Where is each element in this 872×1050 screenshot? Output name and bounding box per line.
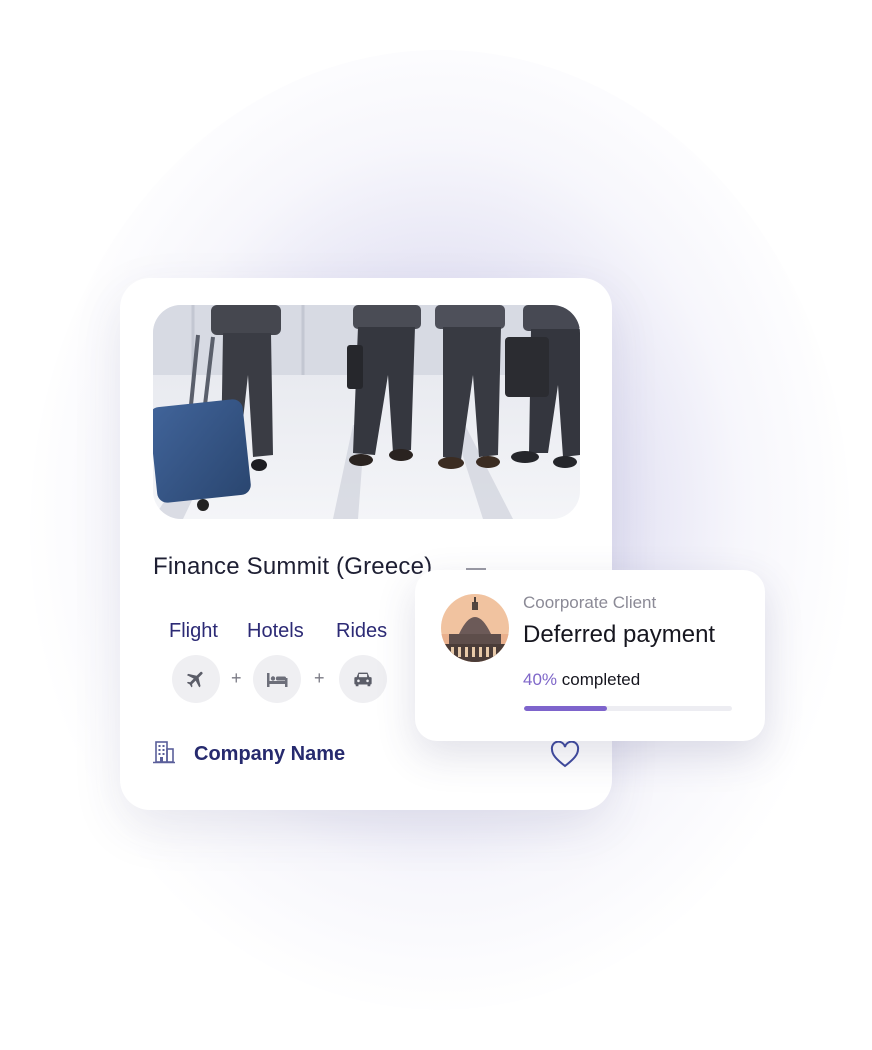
event-title: Finance Summit (Greece) <box>153 553 433 580</box>
building-icon <box>153 741 175 764</box>
company-row: Company Name <box>153 738 580 778</box>
progress-suffix: completed <box>561 670 641 689</box>
payment-title: Deferred payment <box>523 621 716 648</box>
client-avatar <box>441 594 509 662</box>
event-photo <box>153 305 580 519</box>
service-label-hotels: Hotels <box>247 620 304 642</box>
plus-separator: + <box>231 668 242 688</box>
company-name[interactable]: Company Name <box>194 743 345 766</box>
progress-bar <box>524 706 732 711</box>
car-icon <box>354 672 372 687</box>
progress-text: 40% completed <box>523 670 640 690</box>
progress-percent: 40% <box>523 670 558 689</box>
hotels-button[interactable] <box>253 655 301 703</box>
progress-bar-fill <box>524 706 608 711</box>
flight-button[interactable] <box>172 655 220 703</box>
rides-button[interactable] <box>339 655 387 703</box>
bed-icon <box>267 673 288 687</box>
plus-separator: + <box>314 668 325 688</box>
airplane-icon <box>186 671 203 688</box>
service-label-rides: Rides <box>336 620 388 642</box>
payment-card[interactable]: Coorporate Client Deferred payment 40% c… <box>415 570 765 741</box>
client-label: Coorporate Client <box>523 593 657 612</box>
service-label-flight: Flight <box>169 620 218 642</box>
heart-icon[interactable] <box>550 740 580 770</box>
